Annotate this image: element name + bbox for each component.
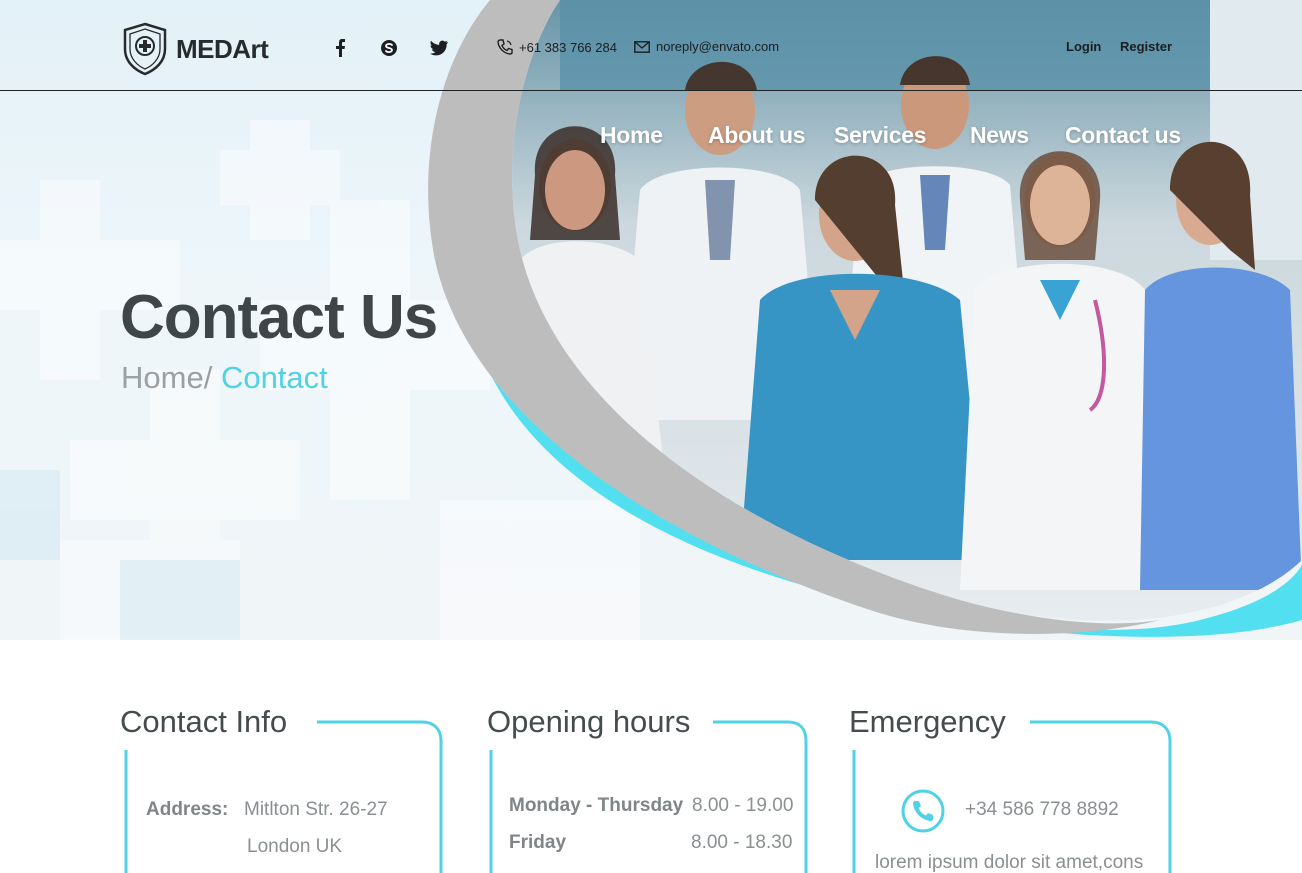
address-line-2: London UK [247,836,343,857]
brand-name: MEDArt [176,33,269,64]
breadcrumb-home[interactable]: Home/ [121,360,212,395]
breadcrumb: Home/ Contact [121,360,328,396]
twitter-icon [429,40,448,56]
phone-contact[interactable]: +61 383 766 284 [497,39,617,55]
hours-day-1: Monday - Thursday [509,795,684,816]
twitter-link[interactable] [428,38,448,58]
skype-icon [381,40,397,56]
brand-logo[interactable]: MEDArt [122,22,269,76]
facebook-icon [336,39,345,57]
hours-time-1: 8.00 - 19.00 [692,795,794,816]
nav-contact-us[interactable]: Contact us [1065,122,1181,149]
emergency-frame [852,720,1172,873]
envelope-icon [634,40,650,53]
hero-banner: MEDArt +61 383 766 284 noreply@envato.co… [0,0,1302,640]
nav-about-us[interactable]: About us [708,122,806,149]
nav-home[interactable]: Home [600,122,663,149]
breadcrumb-current: Contact [220,360,328,395]
top-bar: MEDArt +61 383 766 284 noreply@envato.co… [0,0,1302,91]
skype-link[interactable] [379,38,399,58]
address-line-1: Mitlton Str. 26-27 [244,799,388,820]
nav-news[interactable]: News [970,122,1029,149]
emergency-description: lorem ipsum dolor sit amet,cons [875,852,1144,873]
email-address: noreply@envato.com [656,39,780,54]
register-link[interactable]: Register [1120,39,1172,54]
hours-day-2: Friday [509,832,567,853]
phone-circle-icon[interactable] [901,789,945,833]
address-label: Address: [146,799,229,820]
phone-number: +61 383 766 284 [519,39,617,55]
email-contact[interactable]: noreply@envato.com [634,39,779,54]
page-title: Contact Us [120,283,438,352]
nav-services[interactable]: Services [834,122,927,149]
phone-icon [497,39,513,55]
facebook-link[interactable] [330,38,350,58]
hours-time-2: 8.00 - 18.30 [691,832,793,853]
shield-cross-icon [123,22,167,76]
emergency-phone[interactable]: +34 586 778 8892 [965,799,1119,821]
login-link[interactable]: Login [1066,39,1101,54]
